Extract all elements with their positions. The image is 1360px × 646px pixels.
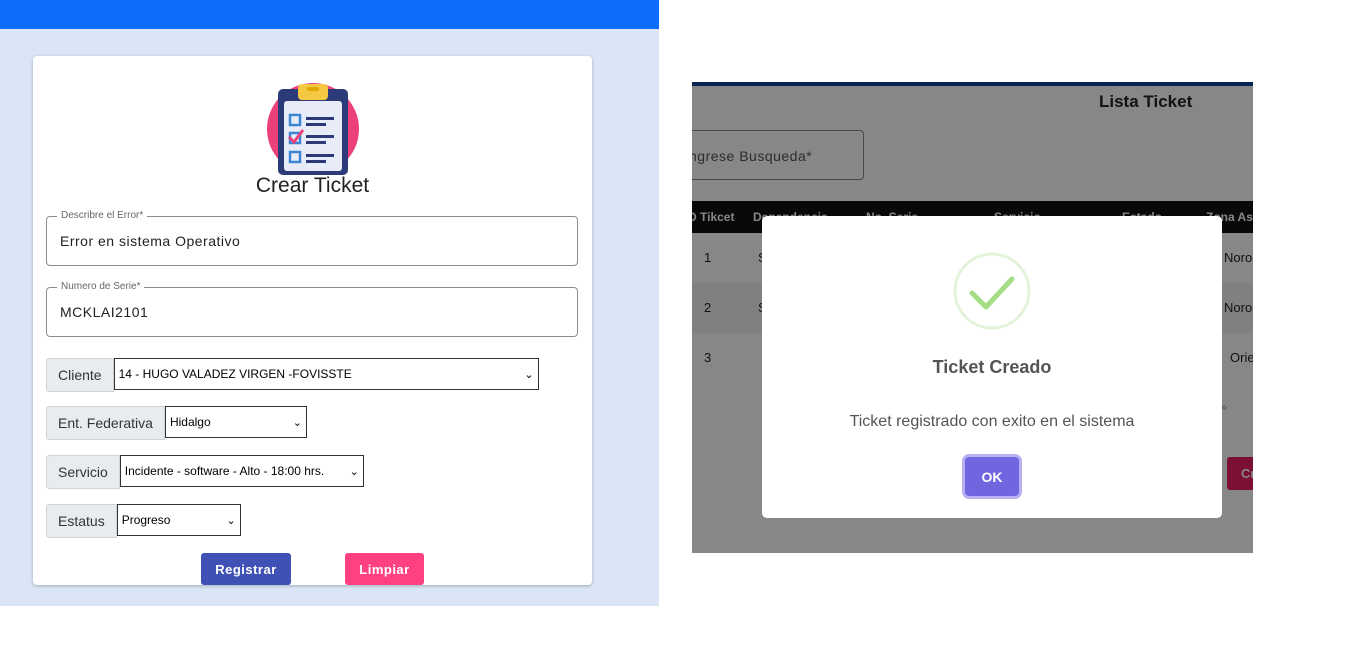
error-description-value: Error en sistema Operativo: [60, 233, 241, 249]
chevron-down-icon: ⌄: [349, 465, 359, 478]
entidad-label: Ent. Federativa: [46, 406, 165, 440]
ok-button[interactable]: OK: [965, 457, 1019, 496]
form-title: Crear Ticket: [255, 174, 370, 197]
chevron-down-icon: ⌄: [292, 416, 302, 429]
dialog-message: Ticket registrado con exito en el sistem…: [849, 413, 1135, 430]
estatus-label: Estatus: [46, 504, 117, 538]
cliente-row: Cliente 14 - HUGO VALADEZ VIRGEN -FOVISS…: [46, 358, 539, 392]
cliente-label: Cliente: [46, 358, 114, 392]
error-description-label: Describre el Error*: [57, 210, 148, 222]
error-description-input[interactable]: Describre el Error* Error en sistema Ope…: [46, 210, 578, 266]
serial-number-value: MCKLAI2101: [60, 304, 149, 320]
servicio-selected-value: Incidente - software - Alto - 18:00 hrs.: [124, 464, 325, 478]
estatus-selected-value: Progreso: [121, 513, 171, 527]
serial-number-input[interactable]: Numero de Serie* MCKLAI2101: [46, 281, 578, 337]
servicio-select[interactable]: Incidente - software - Alto - 18:00 hrs.…: [119, 455, 364, 487]
clear-button[interactable]: Limpiar: [345, 553, 424, 585]
chevron-down-icon: ⌄: [524, 368, 534, 381]
success-dialog: Ticket Creado Ticket registrado con exit…: [762, 216, 1222, 518]
serial-number-label: Numero de Serie*: [57, 281, 145, 293]
create-ticket-card: Crear Ticket Describre el Error* Error e…: [33, 56, 592, 585]
entidad-select[interactable]: Hidalgo ⌄: [164, 406, 307, 438]
entidad-row: Ent. Federativa Hidalgo ⌄: [46, 406, 307, 440]
chevron-down-icon: ⌄: [226, 514, 236, 527]
estatus-row: Estatus Progreso ⌄: [46, 504, 241, 538]
success-check-icon: [953, 252, 1031, 330]
register-button[interactable]: Registrar: [201, 553, 291, 585]
cliente-selected-value: 14 - HUGO VALADEZ VIRGEN -FOVISSTE: [118, 367, 352, 381]
top-navbar: [0, 0, 659, 29]
entidad-selected-value: Hidalgo: [169, 415, 211, 429]
cliente-select[interactable]: 14 - HUGO VALADEZ VIRGEN -FOVISSTE ⌄: [113, 358, 539, 390]
estatus-select[interactable]: Progreso ⌄: [116, 504, 241, 536]
servicio-row: Servicio Incidente - software - Alto - 1…: [46, 455, 364, 489]
clipboard-checklist-icon: [267, 83, 359, 175]
servicio-label: Servicio: [46, 455, 120, 489]
dialog-title: Ticket Creado: [932, 357, 1052, 377]
